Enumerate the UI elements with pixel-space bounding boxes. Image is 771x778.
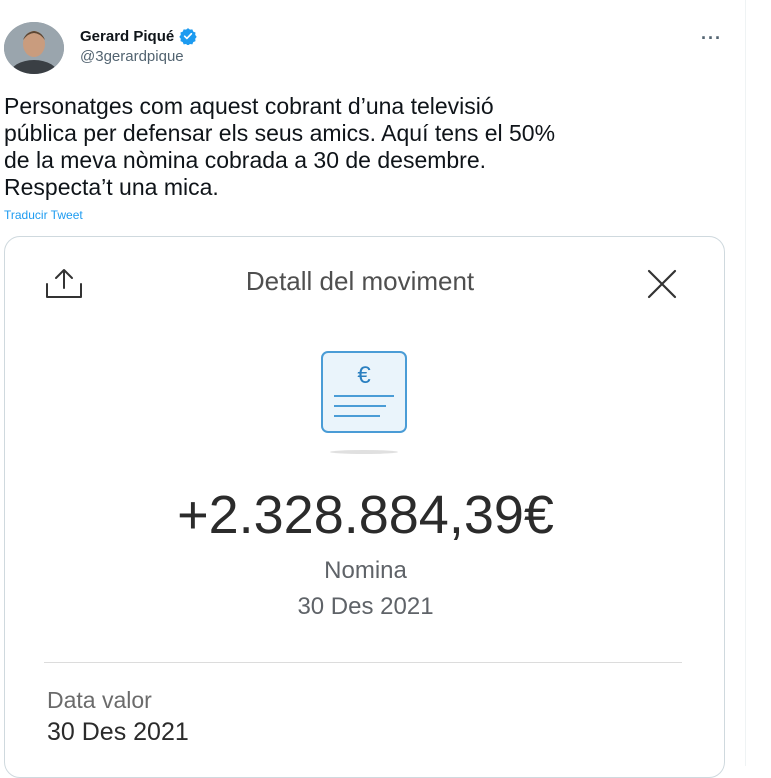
tweet-text: Personatges com aquest cobrant d’una tel…: [4, 93, 556, 200]
verified-badge-icon: [179, 27, 197, 46]
payslip-document-icon: €: [320, 350, 410, 456]
value-date: 30 Des 2021: [47, 718, 189, 746]
card-title: Detall del moviment: [245, 266, 475, 296]
author-handle[interactable]: @3gerardpique: [80, 48, 184, 65]
value-date-label: Data valor: [47, 687, 152, 713]
author-name[interactable]: Gerard Piqué: [80, 28, 174, 45]
share-icon[interactable]: [44, 268, 84, 300]
column-border: [745, 0, 746, 766]
avatar[interactable]: [4, 22, 64, 74]
translate-tweet-link[interactable]: Traducir Tweet: [4, 208, 83, 222]
euro-symbol: €: [357, 362, 371, 389]
author-row: Gerard Piqué: [80, 26, 197, 46]
close-icon[interactable]: [646, 268, 678, 300]
more-options-icon[interactable]: ···: [701, 28, 722, 49]
transaction-concept: Nomina: [324, 557, 407, 584]
transaction-date: 30 Des 2021: [297, 593, 434, 620]
divider: [44, 662, 682, 663]
transaction-amount: +2.328.884,39€: [177, 485, 554, 545]
